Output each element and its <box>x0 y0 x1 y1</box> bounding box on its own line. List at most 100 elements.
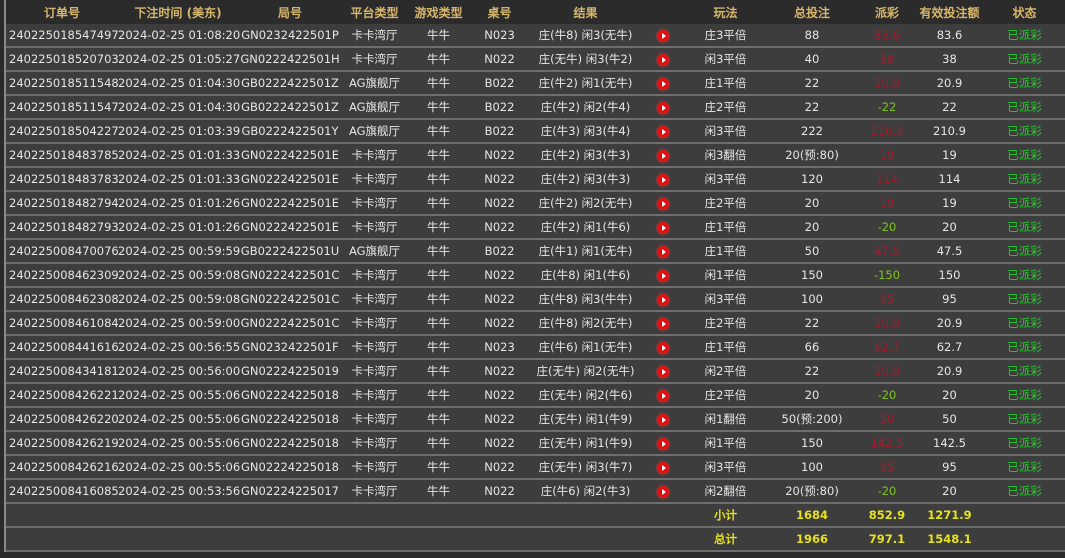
play-circle-icon[interactable] <box>657 29 669 42</box>
cell-valid-bet: 83.6 <box>917 24 982 48</box>
cell-result: 庄(牛2) 闲2(无牛) <box>529 191 642 216</box>
cell-total-bet: 22 <box>767 95 857 120</box>
cell-replay <box>642 431 684 456</box>
cell-table-no: N022 <box>470 167 529 192</box>
cell-round-id: GN02224225018 <box>238 455 342 480</box>
total-valid: 1548.1 <box>917 527 982 552</box>
play-circle-icon[interactable] <box>657 341 669 354</box>
cell-bet-time: 2024-02-25 01:01:33 <box>118 167 240 192</box>
table-row[interactable]: 240225008426219 2024-02-25 00:55:06 GN0222… <box>6 431 1065 456</box>
empty-cell <box>407 527 470 552</box>
column-header-result: 结果 <box>529 0 642 24</box>
cell-order-id: 240225008462308 <box>6 287 119 312</box>
table-row[interactable]: 240225018511548 2024-02-25 01:04:30 GB0222… <box>6 71 1065 96</box>
cell-replay <box>642 47 684 72</box>
play-circle-icon[interactable] <box>657 461 669 474</box>
cell-payout: 20.9 <box>857 311 917 336</box>
cell-table-no: N022 <box>470 455 529 480</box>
cell-round-id: GN0222422501E <box>238 191 342 216</box>
table-row[interactable]: 240225008470076 2024-02-25 00:59:59 GB0222… <box>6 239 1065 264</box>
table-row[interactable]: 240225018520703 2024-02-25 01:05:27 GN0222… <box>6 47 1065 72</box>
table-row[interactable]: 240225018511547 2024-02-25 01:04:30 GB0222… <box>6 95 1065 120</box>
column-header-bet-time: 下注时间 (美东) <box>118 0 238 24</box>
cell-round-id: GB0222422501Z <box>238 71 342 96</box>
cell-valid-bet: 95 <box>917 455 982 480</box>
bet-records-table: 订单号 下注时间 (美东) 局号 平台类型 游戏类型 桌号 结果 玩法 总投注 派彩 有效投注额 状态… <box>6 0 1065 552</box>
column-header-platform: 平台类型 <box>342 0 407 24</box>
cell-total-bet: 22 <box>767 71 857 96</box>
cell-payout: 20.9 <box>857 71 917 96</box>
cell-play-type: 闲3翻倍 <box>684 143 767 168</box>
play-circle-icon[interactable] <box>657 53 669 66</box>
table-row[interactable]: 240225008462309 2024-02-25 00:59:08 GN0222… <box>6 263 1065 288</box>
cell-round-id: GB0222422501U <box>238 239 342 264</box>
cell-platform: 卡卡湾厅 <box>342 24 407 48</box>
table-row[interactable]: 240225018547497 2024-02-25 01:08:20 GN0232… <box>6 24 1065 48</box>
cell-total-bet: 150 <box>767 263 857 288</box>
empty-cell <box>470 503 529 528</box>
cell-payout: -20 <box>857 215 917 240</box>
cell-platform: 卡卡湾厅 <box>342 431 407 456</box>
cell-bet-time: 2024-02-25 00:59:00 <box>118 311 240 336</box>
play-circle-icon[interactable] <box>657 101 669 114</box>
cell-platform: AG旗舰厅 <box>342 71 407 96</box>
play-circle-icon[interactable] <box>657 125 669 138</box>
play-circle-icon[interactable] <box>657 293 669 306</box>
play-circle-icon[interactable] <box>657 197 669 210</box>
cell-platform: 卡卡湾厅 <box>342 143 407 168</box>
table-row[interactable]: 240225008426221 2024-02-25 00:55:06 GN0222… <box>6 383 1065 408</box>
cell-table-no: N022 <box>470 215 529 240</box>
play-circle-icon[interactable] <box>657 413 669 426</box>
play-circle-icon[interactable] <box>657 221 669 234</box>
column-header-order-id: 订单号 <box>6 0 118 24</box>
cell-play-type: 庄1平倍 <box>684 239 767 264</box>
table-row[interactable]: 240225018482793 2024-02-25 01:01:26 GN0222… <box>6 215 1065 240</box>
table-row[interactable]: 240225008416085 2024-02-25 00:53:56 GN0222… <box>6 479 1065 504</box>
subtotal-row: 小计 1684 852.9 1271.9 <box>6 503 1065 528</box>
table-row[interactable]: 240225018482794 2024-02-25 01:01:26 GN0222… <box>6 191 1065 216</box>
cell-play-type: 闲3平倍 <box>684 455 767 480</box>
cell-table-no: N022 <box>470 431 529 456</box>
table-row[interactable]: 240225018483783 2024-02-25 01:01:33 GN0222… <box>6 167 1065 192</box>
cell-table-no: B022 <box>470 119 529 144</box>
table-row[interactable]: 240225008426220 2024-02-25 00:55:06 GN0222… <box>6 407 1065 432</box>
cell-result: 庄(无牛) 闲3(牛2) <box>529 47 642 72</box>
cell-table-no: N022 <box>470 263 529 288</box>
cell-game-type: 牛牛 <box>407 24 470 48</box>
cell-round-id: GN02224225018 <box>238 407 342 432</box>
play-circle-icon[interactable] <box>657 365 669 378</box>
subtotal-label: 小计 <box>684 503 767 528</box>
cell-order-id: 240225018483785 <box>6 143 119 168</box>
table-row[interactable]: 240225008461084 2024-02-25 00:59:00 GN0222… <box>6 311 1065 336</box>
cell-game-type: 牛牛 <box>407 71 470 96</box>
table-row[interactable]: 240225008426216 2024-02-25 00:55:06 GN0222… <box>6 455 1065 480</box>
play-circle-icon[interactable] <box>657 173 669 186</box>
cell-result: 庄(牛8) 闲2(无牛) <box>529 311 642 336</box>
table-row[interactable]: 240225018504227 2024-02-25 01:03:39 GB0222… <box>6 119 1065 144</box>
cell-play-type: 闲1翻倍 <box>684 407 767 432</box>
cell-status: 已派彩 <box>982 239 1065 264</box>
cell-platform: 卡卡湾厅 <box>342 287 407 312</box>
play-circle-icon[interactable] <box>657 269 669 282</box>
play-circle-icon[interactable] <box>657 149 669 162</box>
cell-total-bet: 22 <box>767 311 857 336</box>
cell-game-type: 牛牛 <box>407 311 470 336</box>
table-row[interactable]: 240225008434181 2024-02-25 00:56:00 GN0222… <box>6 359 1065 384</box>
cell-replay <box>642 143 684 168</box>
total-bet: 1966 <box>767 527 857 552</box>
table-row[interactable]: 240225008462308 2024-02-25 00:59:08 GN0222… <box>6 287 1065 312</box>
table-row[interactable]: 240225008441616 2024-02-25 00:56:55 GN0232… <box>6 335 1065 360</box>
play-circle-icon[interactable] <box>657 389 669 402</box>
play-circle-icon[interactable] <box>657 77 669 90</box>
cell-status: 已派彩 <box>982 311 1065 336</box>
play-circle-icon[interactable] <box>657 317 669 330</box>
cell-status: 已派彩 <box>982 335 1065 360</box>
play-circle-icon[interactable] <box>657 485 669 498</box>
play-circle-icon[interactable] <box>657 437 669 450</box>
cell-result: 庄(无牛) 闲2(无牛) <box>529 359 642 384</box>
play-circle-icon[interactable] <box>657 245 669 258</box>
table-row[interactable]: 240225018483785 2024-02-25 01:01:33 GN0222… <box>6 143 1065 168</box>
cell-valid-bet: 20.9 <box>917 311 982 336</box>
cell-round-id: GN0222422501E <box>238 143 342 168</box>
cell-status: 已派彩 <box>982 167 1065 192</box>
